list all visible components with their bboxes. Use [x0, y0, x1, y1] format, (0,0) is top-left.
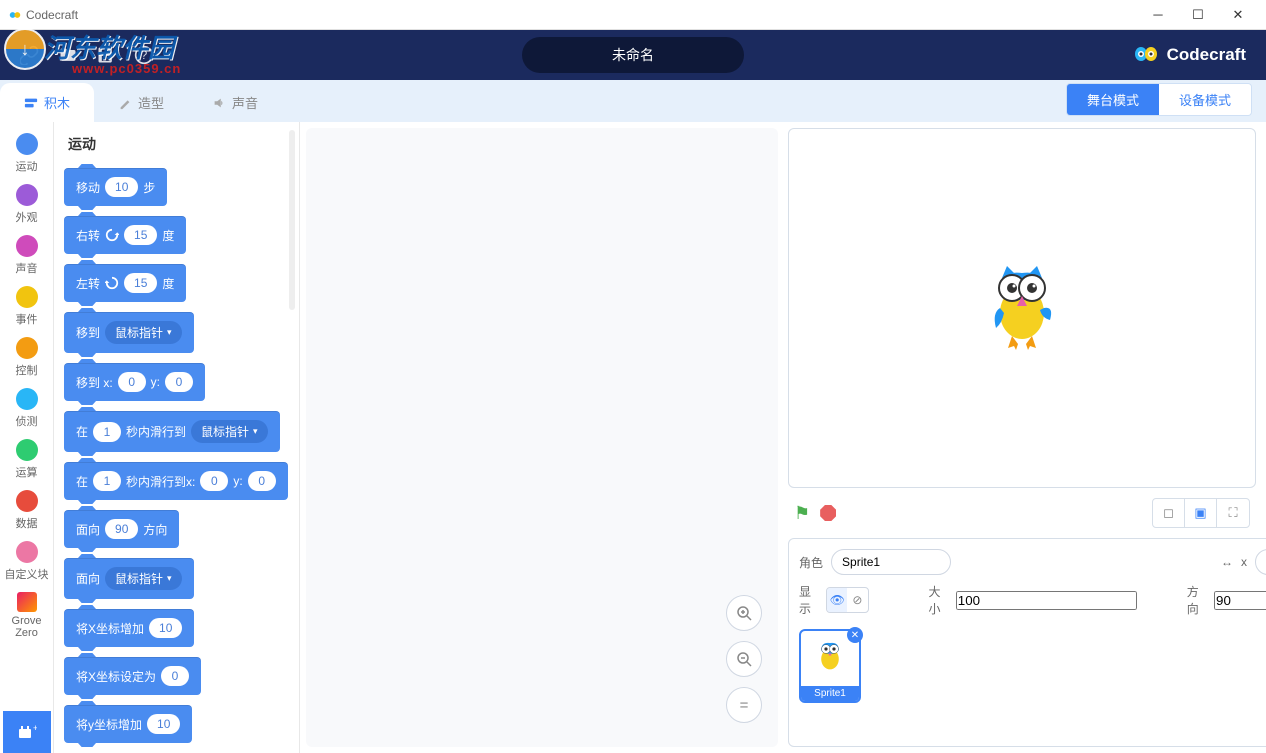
palette-header: 运动 — [64, 134, 289, 154]
sprite-size-input[interactable] — [956, 591, 1137, 610]
sprite-name-input[interactable] — [831, 549, 951, 575]
block-glide[interactable]: 在1秒内滑行到鼠标指针 — [64, 411, 280, 452]
block-change-y[interactable]: 将y坐标增加10 — [64, 705, 192, 743]
mode-device[interactable]: 设备模式 — [1159, 84, 1251, 115]
stage-full-button[interactable]: ⛶ — [1217, 499, 1249, 527]
sprite-info-panel: 角色 ↔x ↕y 显示 👁 ⊘ 大小 方向 — [788, 538, 1266, 747]
tab-costumes[interactable]: 造型 — [94, 83, 188, 122]
stop-button[interactable] — [820, 505, 836, 521]
visibility-toggle: 👁 ⊘ — [826, 587, 868, 613]
app-icon — [8, 8, 22, 22]
add-extension-button[interactable]: + — [3, 711, 51, 753]
stage-controls: ⚑ ◻ ▣ ⛶ — [788, 494, 1256, 532]
app-title: Codecraft — [26, 8, 78, 22]
cat-motion[interactable]: 运动 — [0, 128, 53, 179]
block-move[interactable]: 移动10步 — [64, 168, 167, 206]
svg-text:?: ? — [141, 49, 148, 62]
tab-blocks[interactable]: 积木 — [0, 83, 94, 122]
green-flag-button[interactable]: ⚑ — [794, 503, 810, 524]
show-label: 显示 — [799, 583, 816, 617]
block-turn-left[interactable]: 左转15度 — [64, 264, 186, 302]
help-icon[interactable]: ? — [134, 45, 154, 65]
cat-control[interactable]: 控制 — [0, 332, 53, 383]
hide-button[interactable]: ⊘ — [847, 588, 867, 612]
project-title[interactable]: 未命名 — [522, 37, 744, 73]
zoom-out-button[interactable] — [726, 641, 762, 677]
block-goto-xy[interactable]: 移到 x:0y:0 — [64, 363, 205, 401]
cat-grove-zero[interactable]: Grove Zero — [0, 587, 53, 644]
block-goto[interactable]: 移到鼠标指针 — [64, 312, 194, 353]
cat-operators[interactable]: 运算 — [0, 434, 53, 485]
brand-logo: Codecraft — [1133, 44, 1246, 66]
window-minimize[interactable]: ─ — [1138, 1, 1178, 29]
folder-icon[interactable] — [58, 45, 78, 65]
cat-events[interactable]: 事件 — [0, 281, 53, 332]
cat-looks[interactable]: 外观 — [0, 179, 53, 230]
script-workspace[interactable]: = — [306, 128, 778, 747]
block-set-x[interactable]: 将X坐标设定为0 — [64, 657, 201, 695]
link-icon[interactable] — [20, 45, 40, 65]
editor-tabs: 积木 造型 声音 舞台模式 设备模式 — [0, 80, 1266, 122]
delete-sprite-icon[interactable]: ✕ — [847, 627, 863, 643]
top-toolbar: ? 未命名 Codecraft — [0, 30, 1266, 80]
zoom-in-button[interactable] — [726, 595, 762, 631]
block-change-x[interactable]: 将X坐标增加10 — [64, 609, 194, 647]
sprite-owl[interactable] — [982, 258, 1062, 358]
cat-sound[interactable]: 声音 — [0, 230, 53, 281]
category-column: 运动 外观 声音 事件 控制 侦测 运算 数据 自定义块 Grove Zero … — [0, 122, 54, 753]
window-maximize[interactable]: ☐ — [1178, 1, 1218, 29]
mode-stage[interactable]: 舞台模式 — [1067, 84, 1159, 115]
stage-small-button[interactable]: ◻ — [1153, 499, 1185, 527]
stage-canvas[interactable] — [788, 128, 1256, 488]
sprite-x-input[interactable] — [1255, 549, 1266, 575]
sprite-dir-input[interactable] — [1214, 591, 1266, 610]
block-turn-right[interactable]: 右转15度 — [64, 216, 186, 254]
cat-data[interactable]: 数据 — [0, 485, 53, 536]
sprite-card[interactable]: ✕ Sprite1 — [799, 629, 861, 703]
save-icon[interactable] — [96, 45, 116, 65]
mode-toggle: 舞台模式 设备模式 — [1066, 83, 1252, 116]
stage-large-button[interactable]: ▣ — [1185, 499, 1217, 527]
blocks-palette[interactable]: 运动 移动10步 右转15度 左转15度 移到鼠标指针 移到 x:0y:0 在1… — [54, 122, 300, 753]
role-label: 角色 — [799, 554, 823, 571]
block-point-to[interactable]: 面向鼠标指针 — [64, 558, 194, 599]
show-button[interactable]: 👁 — [827, 588, 847, 612]
cat-custom[interactable]: 自定义块 — [0, 536, 53, 587]
svg-text:+: + — [33, 723, 37, 733]
window-titlebar: Codecraft ─ ☐ ✕ — [0, 0, 1266, 30]
block-glide-xy[interactable]: 在1秒内滑行到x:0y:0 — [64, 462, 288, 500]
block-point-dir[interactable]: 面向90方向 — [64, 510, 179, 548]
cat-sensing[interactable]: 侦测 — [0, 383, 53, 434]
zoom-reset-button[interactable]: = — [726, 687, 762, 723]
tab-sounds[interactable]: 声音 — [188, 83, 282, 122]
window-close[interactable]: ✕ — [1218, 1, 1258, 29]
